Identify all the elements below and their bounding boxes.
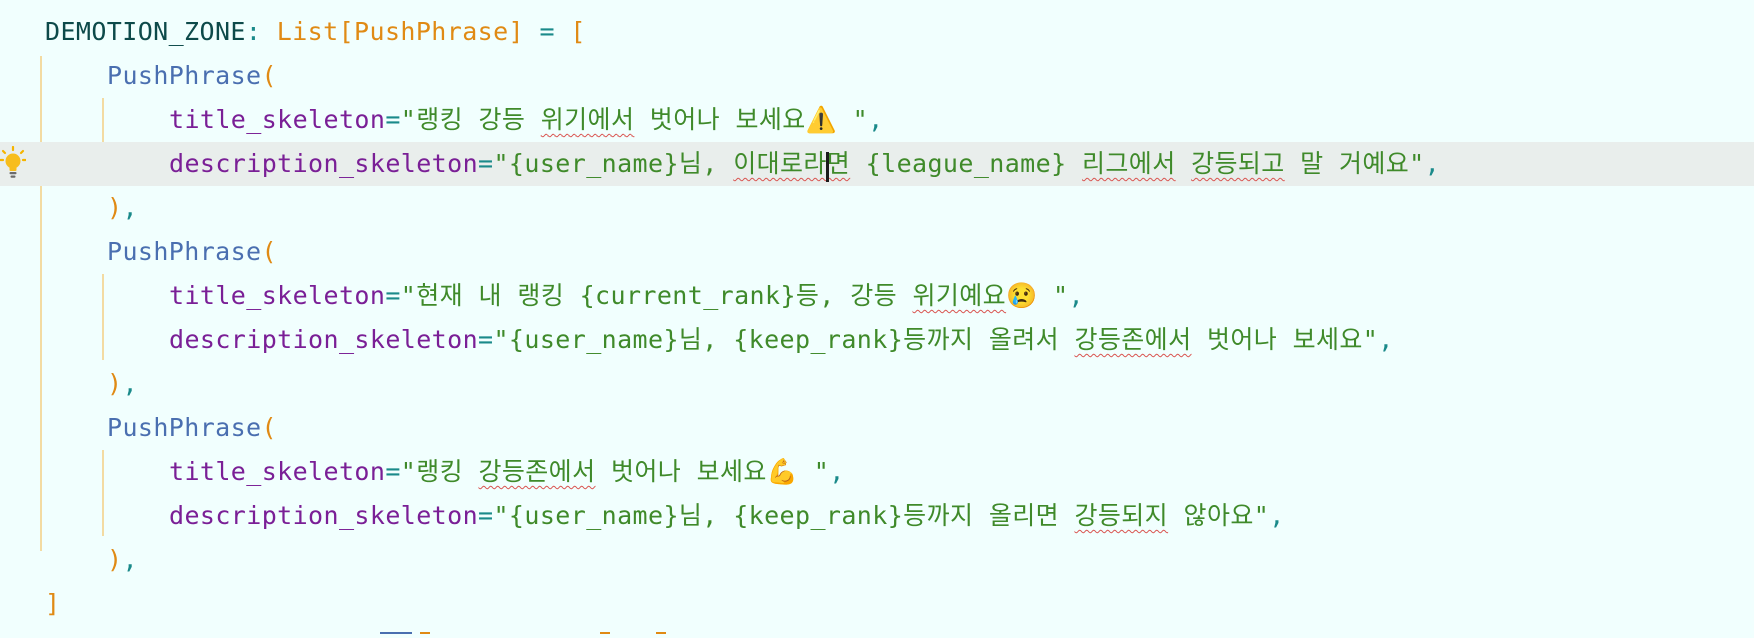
comma: , — [122, 193, 138, 222]
close-paren: ) — [107, 545, 123, 574]
spelling-warning: 강등되지 — [1074, 501, 1169, 530]
flexed-biceps-emoji: 💪 — [766, 457, 799, 486]
next-line-partial — [380, 632, 412, 638]
code-line-7: title_skeleton="현재 내 랭킹 {current_rank}등,… — [0, 274, 1754, 318]
open-paren: ( — [261, 61, 277, 90]
equals-sign: = — [478, 149, 494, 178]
comma: , — [122, 545, 138, 574]
next-line-partial — [420, 632, 430, 638]
code-line-3: title_skeleton="랭킹 강등 위기에서 벗어나 보세요⚠️ ", — [0, 98, 1754, 142]
code-editor[interactable]: DEMOTION_ZONE: List[PushPhrase] = [ Push… — [0, 0, 1754, 638]
kwarg-title-skeleton: title_skeleton — [169, 457, 386, 486]
comma: , — [1068, 281, 1084, 310]
class-name: PushPhrase — [107, 237, 262, 266]
close-paren: ) — [107, 369, 123, 398]
spelling-warning: 리그에서 — [1082, 149, 1176, 178]
kwarg-description-skeleton: description_skeleton — [169, 325, 479, 354]
string-literal: "{user_name}님, 이대로라면 {league_name} 리그에서 … — [493, 149, 1425, 178]
code-line-4-current: description_skeleton="{user_name}님, 이대로라… — [0, 142, 1754, 186]
code-line-2: PushPhrase( — [0, 54, 1754, 98]
lightbulb-icon[interactable] — [0, 146, 26, 180]
next-line-partial — [656, 632, 666, 638]
type-hint: List[PushPhrase] — [276, 17, 525, 46]
equals-sign: = — [385, 281, 401, 310]
spelling-warning: 위기예요 — [912, 281, 1007, 310]
comma: , — [829, 457, 845, 486]
spelling-warning: 강등존에서 — [1074, 325, 1192, 354]
code-line-13: ), — [0, 538, 1754, 582]
code-line-10: PushPhrase( — [0, 406, 1754, 450]
equals-sign: = — [478, 501, 494, 530]
code-line-9: ), — [0, 362, 1754, 406]
open-paren: ( — [261, 237, 277, 266]
class-name: PushPhrase — [107, 61, 262, 90]
close-paren: ) — [107, 193, 123, 222]
comma: , — [122, 369, 138, 398]
comma: , — [1269, 501, 1285, 530]
next-line-partial — [600, 632, 610, 638]
code-line-1: DEMOTION_ZONE: List[PushPhrase] = [ — [0, 10, 1754, 54]
kwarg-description-skeleton: description_skeleton — [169, 149, 479, 178]
equals-sign: = — [385, 457, 401, 486]
warning-emoji: ⚠️ — [805, 105, 838, 134]
code-line-5: ), — [0, 186, 1754, 230]
text-cursor — [826, 152, 829, 182]
spelling-warning: 위기에서 — [540, 105, 635, 134]
string-literal: "랭킹 강등 위기에서 벗어나 보세요⚠️ " — [400, 105, 869, 134]
kwarg-title-skeleton: title_skeleton — [169, 281, 386, 310]
open-paren: ( — [261, 413, 277, 442]
kwarg-title-skeleton: title_skeleton — [169, 105, 386, 134]
spelling-warning: 이대로라면 — [733, 149, 851, 178]
string-literal: "현재 내 랭킹 {current_rank}등, 강등 위기예요😢 " — [400, 281, 1069, 310]
variable-name: DEMOTION_ZONE — [45, 17, 246, 46]
class-name: PushPhrase — [107, 413, 262, 442]
equals-sign: = — [478, 325, 494, 354]
comma: , — [868, 105, 884, 134]
close-bracket: ] — [45, 589, 61, 618]
string-literal: "{user_name}님, {keep_rank}등까지 올리면 강등되지 않… — [493, 501, 1270, 530]
string-literal: "{user_name}님, {keep_rank}등까지 올려서 강등존에서 … — [493, 325, 1379, 354]
spelling-warning: 강등존에서 — [478, 457, 596, 486]
kwarg-description-skeleton: description_skeleton — [169, 501, 479, 530]
string-literal: "랭킹 강등존에서 벗어나 보세요💪 " — [400, 457, 830, 486]
colon: : — [245, 17, 262, 46]
equals-sign: = — [385, 105, 401, 134]
code-line-14: ] — [0, 582, 1754, 626]
comma: , — [1378, 325, 1394, 354]
code-line-11: title_skeleton="랭킹 강등존에서 벗어나 보세요💪 ", — [0, 450, 1754, 494]
open-bracket: [ — [570, 17, 586, 46]
spelling-warning: 강등되고 — [1191, 149, 1285, 178]
comma: , — [1424, 149, 1441, 178]
crying-face-emoji: 😢 — [1006, 281, 1038, 310]
code-line-12: description_skeleton="{user_name}님, {kee… — [0, 494, 1754, 538]
code-line-8: description_skeleton="{user_name}님, {kee… — [0, 318, 1754, 362]
code-line-6: PushPhrase( — [0, 230, 1754, 274]
assign-operator: = — [524, 17, 571, 46]
